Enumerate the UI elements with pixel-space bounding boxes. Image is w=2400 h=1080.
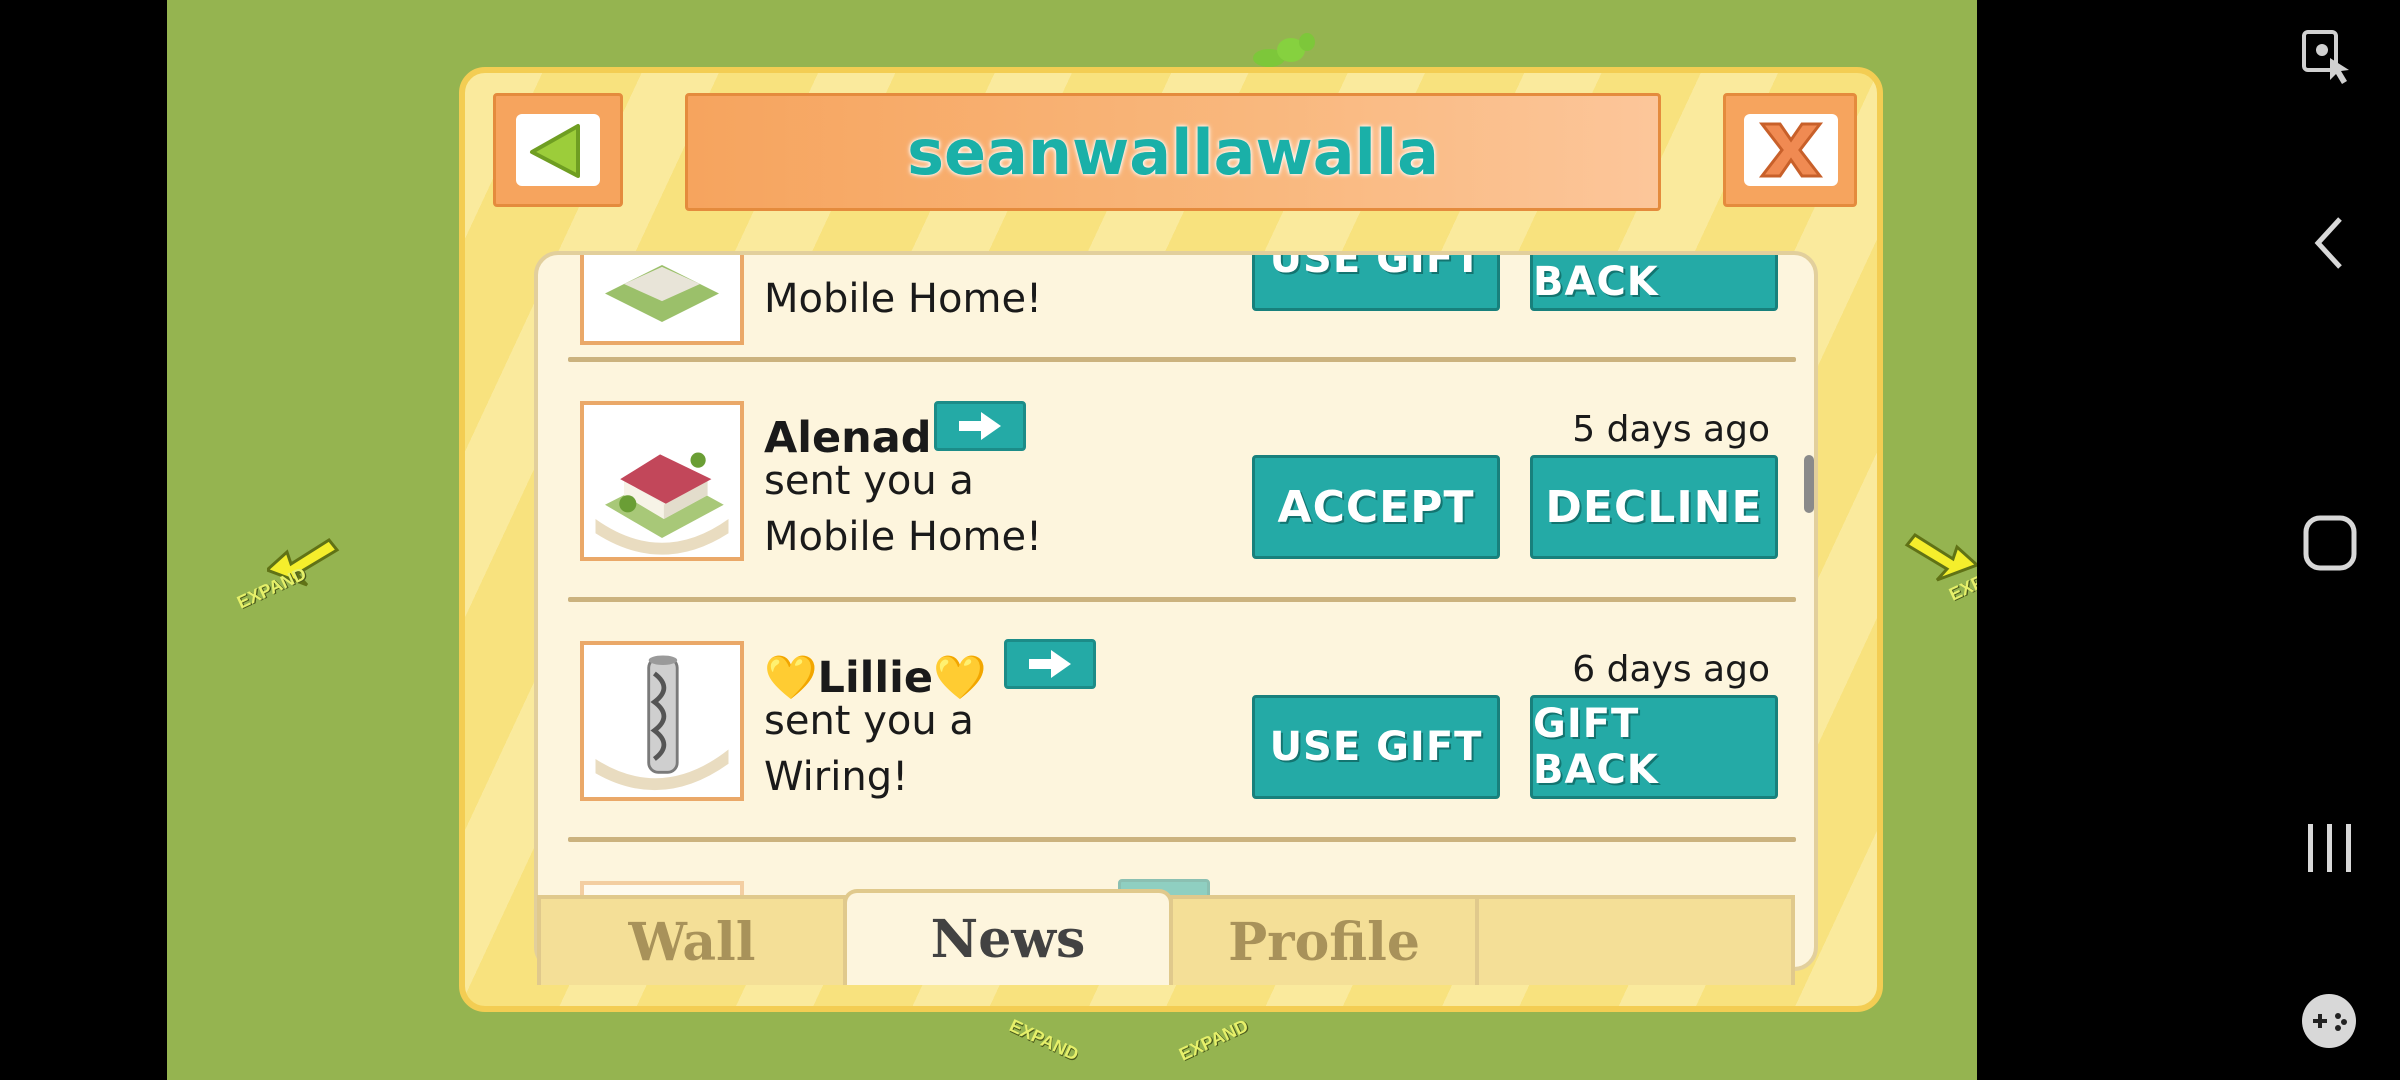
news-feed-panel[interactable]: Mobile Home! USE GIFT GIFT BACK Alenad 5… bbox=[534, 251, 1818, 971]
arrow-right-icon bbox=[959, 412, 1001, 440]
gift-thumbnail bbox=[580, 641, 744, 801]
decline-button[interactable]: DECLINE bbox=[1530, 455, 1778, 559]
game-tools-icon[interactable] bbox=[2300, 992, 2358, 1050]
row-divider bbox=[568, 357, 1796, 362]
tab-profile[interactable]: Profile bbox=[1169, 895, 1479, 985]
wiring-icon bbox=[595, 655, 729, 791]
arrow-right-icon bbox=[1029, 650, 1071, 678]
mobile-home-icon bbox=[605, 265, 719, 322]
expand-arrow-icon[interactable] bbox=[1897, 525, 1977, 585]
x-close-icon bbox=[1758, 122, 1824, 178]
visit-friend-button[interactable] bbox=[934, 401, 1026, 451]
feed-scrollbar[interactable] bbox=[1804, 455, 1814, 513]
back-button[interactable] bbox=[493, 93, 623, 207]
row-divider bbox=[568, 597, 1796, 602]
gift-back-button[interactable]: GIFT BACK bbox=[1530, 695, 1778, 799]
expand-label[interactable]: EXPAND bbox=[1176, 1015, 1252, 1065]
gift-thumbnail bbox=[580, 401, 744, 561]
profile-dialog: seanwallawalla Mobile Home! USE GIFT GIF… bbox=[459, 67, 1883, 1012]
screen-touch-icon[interactable] bbox=[2300, 28, 2356, 88]
use-gift-button[interactable]: USE GIFT bbox=[1252, 695, 1500, 799]
gift-back-button[interactable]: GIFT BACK bbox=[1530, 255, 1778, 311]
use-gift-button[interactable]: USE GIFT bbox=[1252, 255, 1500, 311]
tab-empty[interactable] bbox=[1475, 895, 1795, 985]
tab-wall[interactable]: Wall bbox=[537, 895, 847, 985]
back-nav-icon[interactable] bbox=[2310, 213, 2350, 273]
home-nav-icon[interactable] bbox=[2302, 514, 2358, 574]
dialog-tabs: Wall News Profile bbox=[537, 889, 1815, 985]
feed-message-line: sent you a bbox=[764, 458, 974, 504]
mobile-home-icon bbox=[595, 452, 729, 555]
timestamp: 5 days ago bbox=[1572, 409, 1770, 450]
tree-icon bbox=[1253, 33, 1315, 67]
timestamp: 6 days ago bbox=[1572, 649, 1770, 690]
feed-message-line: Mobile Home! bbox=[764, 514, 1043, 560]
feed-message-line: Mobile Home! bbox=[764, 276, 1043, 322]
accept-button[interactable]: ACCEPT bbox=[1252, 455, 1500, 559]
feed-message-line: Wiring! bbox=[764, 754, 909, 800]
dialog-title-bar: seanwallawalla bbox=[685, 93, 1661, 211]
expand-label[interactable]: EXPAND bbox=[1006, 1015, 1081, 1065]
tab-news[interactable]: News bbox=[843, 889, 1173, 985]
feed-message-line: sent you a bbox=[764, 698, 974, 744]
visit-friend-button[interactable] bbox=[1004, 639, 1096, 689]
close-button[interactable] bbox=[1723, 93, 1857, 207]
dialog-title: seanwallawalla bbox=[907, 115, 1439, 189]
row-divider bbox=[568, 837, 1796, 842]
recents-nav-icon[interactable] bbox=[2302, 818, 2358, 878]
gift-thumbnail bbox=[580, 255, 744, 345]
system-nav-bar bbox=[2177, 0, 2400, 1080]
triangle-left-icon bbox=[530, 124, 580, 178]
